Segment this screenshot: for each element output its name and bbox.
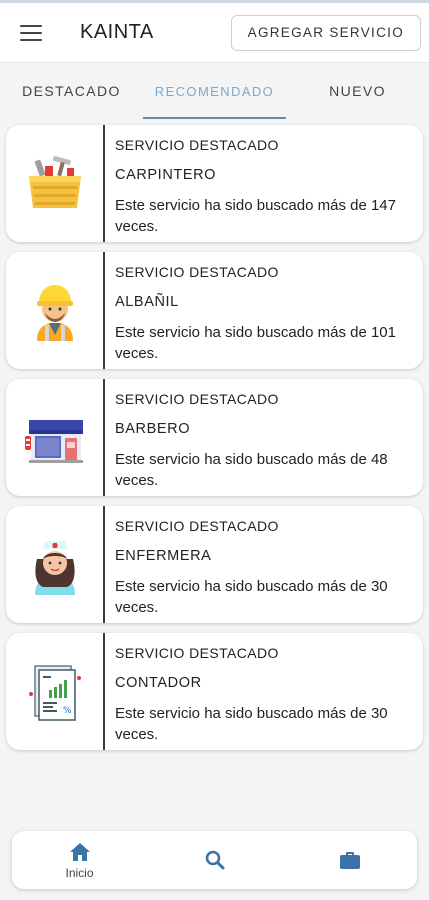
tab-recomendado[interactable]: RECOMENDADO xyxy=(143,63,286,119)
search-icon xyxy=(205,850,224,870)
service-name: ALBAÑIL xyxy=(115,294,179,310)
barber-shop-icon xyxy=(6,379,105,496)
nav-services[interactable] xyxy=(282,848,417,872)
app-title: KAINTA xyxy=(80,21,154,43)
tab-nuevo[interactable]: NUEVO xyxy=(286,63,429,119)
bottom-navigation: Inicio xyxy=(12,831,417,889)
service-card-barbero[interactable]: SERVICIO DESTACADO BARBERO Este servicio… xyxy=(6,379,423,496)
service-description: Este servicio ha sido buscado más de 48 … xyxy=(115,451,388,489)
home-icon xyxy=(69,843,90,861)
app-bar: KAINTA AGREGAR SERVICIO xyxy=(0,3,429,63)
nav-search[interactable] xyxy=(147,848,282,872)
accounting-report-icon: % xyxy=(6,633,105,750)
svg-text:%: % xyxy=(63,706,72,716)
toolbox-icon xyxy=(6,125,105,242)
service-name: ENFERMERA xyxy=(115,548,212,564)
service-description: Este servicio ha sido buscado más de 101… xyxy=(115,324,396,362)
hamburger-menu-icon[interactable] xyxy=(18,22,44,44)
card-kicker: SERVICIO DESTACADO xyxy=(115,645,279,661)
service-description: Este servicio ha sido buscado más de 30 … xyxy=(115,705,388,743)
nav-home[interactable]: Inicio xyxy=(12,840,147,880)
nav-home-label: Inicio xyxy=(65,866,94,880)
service-name: CARPINTERO xyxy=(115,167,217,183)
nurse-icon xyxy=(6,506,105,623)
service-description: Este servicio ha sido buscado más de 30 … xyxy=(115,578,388,616)
card-kicker: SERVICIO DESTACADO xyxy=(115,518,279,534)
service-card-carpintero[interactable]: SERVICIO DESTACADO CARPINTERO Este servi… xyxy=(6,125,423,242)
service-card-contador[interactable]: % SERVICIO DESTACADO CONTADOR Este servi… xyxy=(6,633,423,750)
service-description: Este servicio ha sido buscado más de 147… xyxy=(115,197,396,235)
tab-destacado[interactable]: DESTACADO xyxy=(0,63,143,119)
card-kicker: SERVICIO DESTACADO xyxy=(115,264,279,280)
service-card-enfermera[interactable]: SERVICIO DESTACADO ENFERMERA Este servic… xyxy=(6,506,423,623)
service-list: SERVICIO DESTACADO CARPINTERO Este servi… xyxy=(0,119,429,750)
card-kicker: SERVICIO DESTACADO xyxy=(115,391,279,407)
construction-worker-icon xyxy=(6,252,105,369)
briefcase-icon xyxy=(339,852,360,869)
service-name: CONTADOR xyxy=(115,675,202,691)
service-card-albanil[interactable]: SERVICIO DESTACADO ALBAÑIL Este servicio… xyxy=(6,252,423,369)
service-name: BARBERO xyxy=(115,421,191,437)
category-tabs: DESTACADO RECOMENDADO NUEVO xyxy=(0,63,429,119)
add-service-button[interactable]: AGREGAR SERVICIO xyxy=(230,14,421,51)
card-kicker: SERVICIO DESTACADO xyxy=(115,137,279,153)
